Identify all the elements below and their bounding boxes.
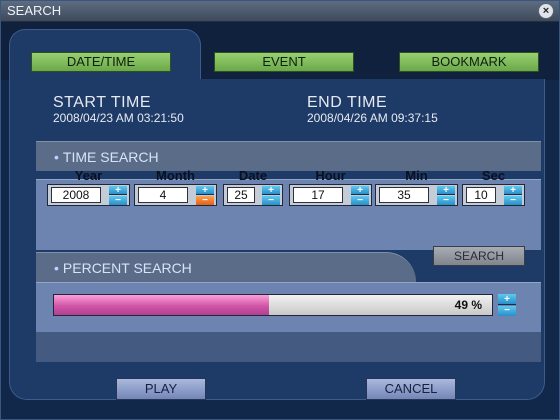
minus-icon[interactable]: − (437, 196, 455, 206)
start-time-block: START TIME 2008/04/23 AM 03:21:50 (53, 94, 184, 125)
min-spinner: Min 35 + − (375, 168, 458, 238)
time-search-header: • TIME SEARCH (36, 141, 541, 171)
search-window: SEARCH × DATE/TIME EVENT BOOKMARK START … (0, 0, 560, 420)
bottom-strip (36, 332, 541, 362)
min-field-box: 35 + − (375, 184, 458, 206)
hour-stepper: + − (351, 186, 369, 206)
plus-icon[interactable]: + (504, 186, 522, 196)
date-input[interactable]: 25 (227, 187, 255, 203)
tab-bookmark[interactable]: BOOKMARK (399, 52, 539, 72)
sec-stepper: + − (504, 186, 522, 206)
plus-icon[interactable]: + (351, 186, 369, 196)
end-time-heading: END TIME (307, 94, 388, 111)
year-field-box: 2008 + − (47, 184, 130, 206)
percent-search-label: PERCENT SEARCH (62, 260, 192, 276)
date-stepper: + − (262, 186, 280, 206)
minus-icon[interactable]: − (262, 196, 280, 206)
plus-icon[interactable]: + (196, 186, 214, 196)
start-time-heading: START TIME (53, 94, 152, 111)
minus-icon[interactable]: − (196, 196, 214, 206)
month-stepper: + − (196, 186, 214, 206)
sec-spinner: Sec 10 + − (462, 168, 525, 238)
hour-field-box: 17 + − (289, 184, 372, 206)
percent-search-header: • PERCENT SEARCH (36, 252, 416, 282)
start-time-value: 2008/04/23 AM 03:21:50 (53, 111, 184, 125)
hour-input[interactable]: 17 (293, 187, 343, 203)
year-stepper: + − (109, 186, 127, 206)
minus-icon[interactable]: − (504, 196, 522, 206)
sec-label: Sec (481, 168, 506, 183)
year-label: Year (74, 168, 103, 183)
sec-field-box: 10 + − (462, 184, 525, 206)
sec-input[interactable]: 10 (466, 187, 496, 203)
percent-value: 49 % (454, 298, 482, 312)
time-search-label: TIME SEARCH (62, 149, 159, 165)
search-button[interactable]: SEARCH (433, 246, 525, 266)
hour-spinner: Hour 17 + − (289, 168, 372, 238)
end-time-value: 2008/04/26 AM 09:37:15 (307, 111, 438, 125)
date-field-box: 25 + − (223, 184, 283, 206)
progress-fill (54, 295, 269, 315)
month-label: Month (156, 168, 195, 183)
window-title: SEARCH (7, 3, 62, 18)
minus-icon[interactable]: − (498, 306, 516, 316)
percent-progress-bar[interactable]: 49 % (53, 294, 493, 316)
end-time-block: END TIME 2008/04/26 AM 09:37:15 (307, 94, 438, 125)
plus-icon[interactable]: + (498, 294, 516, 305)
bullet-icon: • (54, 149, 59, 165)
plus-icon[interactable]: + (437, 186, 455, 196)
year-spinner: Year 2008 + − (47, 168, 130, 238)
hour-label: Hour (315, 168, 346, 183)
minus-icon[interactable]: − (351, 196, 369, 206)
date-label: Date (238, 168, 268, 183)
month-input[interactable]: 4 (138, 187, 188, 203)
min-stepper: + − (437, 186, 455, 206)
plus-icon[interactable]: + (109, 186, 127, 196)
plus-icon[interactable]: + (262, 186, 280, 196)
play-button[interactable]: PLAY (116, 378, 206, 400)
bullet-icon: • (54, 260, 59, 276)
cancel-button[interactable]: CANCEL (366, 378, 456, 400)
year-input[interactable]: 2008 (51, 187, 101, 203)
title-bar: SEARCH × (1, 1, 559, 22)
close-button[interactable]: × (538, 3, 554, 19)
date-spinner: Date 25 + − (223, 168, 283, 238)
tab-event[interactable]: EVENT (214, 52, 354, 72)
min-input[interactable]: 35 (379, 187, 429, 203)
month-field-box: 4 + − (134, 184, 217, 206)
month-spinner: Month 4 + − (134, 168, 217, 238)
min-label: Min (405, 168, 428, 183)
percent-stepper: + − (498, 294, 518, 316)
tab-date-time[interactable]: DATE/TIME (31, 52, 171, 72)
minus-icon[interactable]: − (109, 196, 127, 206)
